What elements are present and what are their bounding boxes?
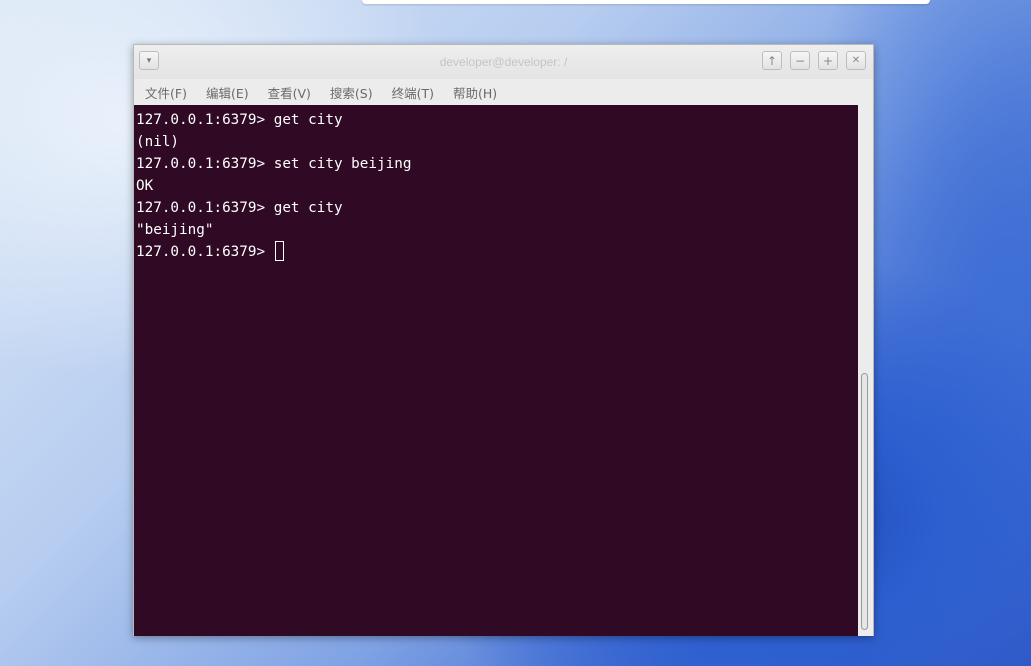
- window-menu-button[interactable]: ▾: [139, 51, 159, 70]
- terminal-line: "beijing": [136, 222, 214, 238]
- menu-search[interactable]: 搜索(S): [325, 83, 378, 102]
- terminal-line: 127.0.0.1:6379> get city: [136, 112, 343, 128]
- close-button[interactable]: ✕: [846, 51, 866, 70]
- menu-terminal[interactable]: 终端(T): [387, 83, 439, 102]
- scrollbar-thumb[interactable]: [861, 373, 868, 630]
- terminal-prompt: 127.0.0.1:6379>: [136, 244, 274, 260]
- terminal-line: OK: [136, 178, 154, 194]
- menu-view[interactable]: 查看(V): [263, 83, 316, 102]
- title-bar[interactable]: ▾ developer@developer: / ↑ − + ✕: [134, 45, 873, 79]
- maximize-button[interactable]: +: [818, 51, 838, 70]
- terminal-output[interactable]: 127.0.0.1:6379> get city (nil) 127.0.0.1…: [134, 105, 858, 636]
- vertical-scrollbar[interactable]: [858, 105, 873, 636]
- menu-edit[interactable]: 编辑(E): [201, 83, 254, 102]
- close-icon: ✕: [851, 54, 861, 66]
- terminal-line: 127.0.0.1:6379> get city: [136, 200, 343, 216]
- terminal-line: (nil): [136, 134, 180, 150]
- arrow-up-icon: ↑: [766, 53, 778, 68]
- text-cursor: [274, 241, 284, 261]
- menu-file[interactable]: 文件(F): [140, 83, 192, 102]
- terminal-window: ▾ developer@developer: / ↑ − + ✕ 文件(F) 编…: [133, 44, 874, 636]
- menu-help[interactable]: 帮助(H): [448, 83, 502, 102]
- menu-bar: 文件(F) 编辑(E) 查看(V) 搜索(S) 终端(T) 帮助(H): [134, 79, 873, 105]
- maximize-icon: +: [822, 53, 834, 68]
- terminal-line: 127.0.0.1:6379> set city beijing: [136, 156, 412, 172]
- keep-above-button[interactable]: ↑: [762, 51, 782, 70]
- terminal-prompt-line[interactable]: 127.0.0.1:6379>: [136, 241, 858, 263]
- chevron-down-icon: ▾: [146, 55, 152, 66]
- minimize-icon: −: [794, 53, 806, 68]
- top-panel: [362, 0, 930, 4]
- minimize-button[interactable]: −: [790, 51, 810, 70]
